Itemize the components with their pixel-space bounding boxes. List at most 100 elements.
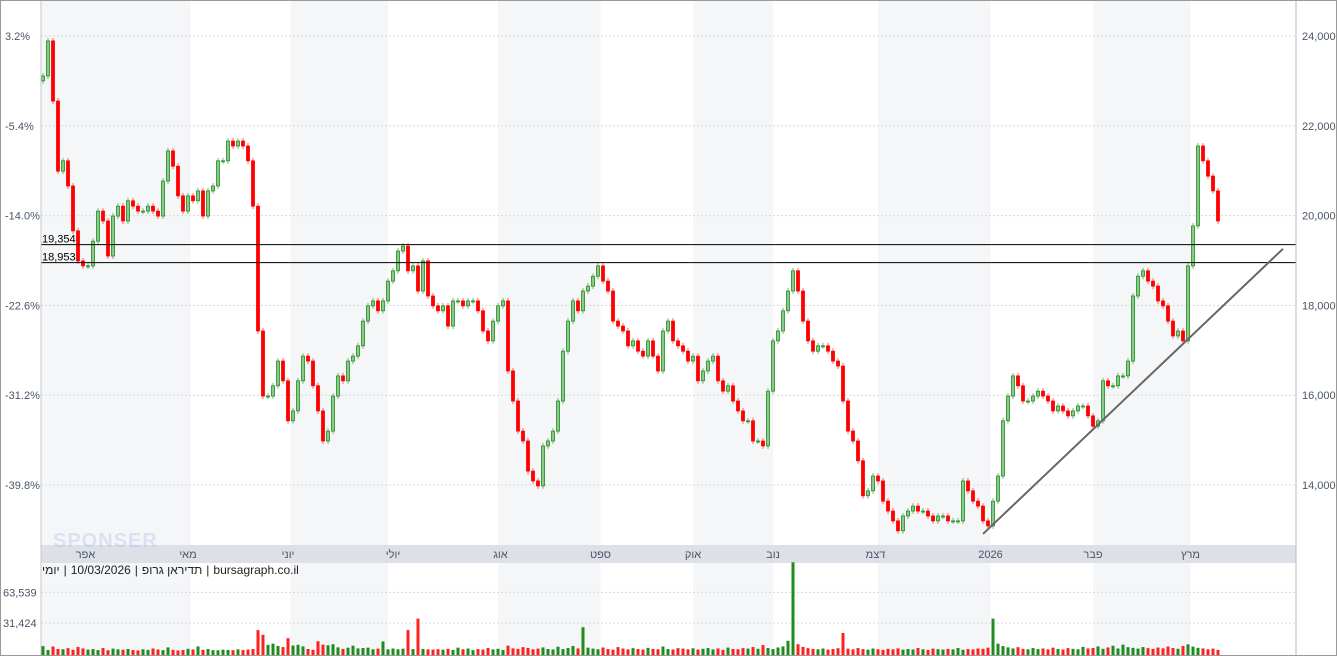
candle-up [956, 520, 960, 523]
volume-bar [456, 647, 460, 655]
volume-bar [336, 647, 340, 655]
candles [41, 37, 1220, 534]
stock-chart[interactable]: אפר מאי יוני יולי אוג ספט אוק נוב דצמ 2026 פבר מרץ … [0, 0, 1337, 656]
candle-up [236, 140, 240, 147]
level-label: 18,953 [42, 252, 76, 264]
volume-bar [356, 648, 360, 655]
candle-up [86, 265, 90, 268]
volume-bar [891, 649, 895, 655]
candle-down [686, 350, 690, 362]
volume-bar [711, 649, 715, 655]
volume-bar [191, 649, 195, 655]
candle-up [1196, 145, 1200, 227]
candle-up [596, 265, 600, 277]
candle-down [1151, 280, 1155, 287]
volume-bar [771, 649, 775, 655]
volume-bar [1126, 647, 1130, 655]
candle-up [1076, 405, 1080, 412]
volume-bar [246, 649, 250, 655]
candle-up [1011, 375, 1015, 397]
volume-bar [931, 648, 935, 655]
volume-bar [861, 649, 865, 655]
candle-down [1091, 415, 1095, 427]
candle-down [1206, 160, 1210, 177]
candle-up [421, 260, 425, 292]
volume-bar [481, 649, 485, 655]
volume-bar [646, 647, 650, 655]
volume-bar [136, 650, 140, 655]
volume-bar [426, 649, 430, 655]
candle-down [156, 210, 160, 217]
candle-down [641, 350, 645, 357]
candle-up [116, 205, 120, 217]
volume-bar [1156, 647, 1160, 655]
candle-down [801, 290, 805, 322]
candle-down [446, 305, 450, 327]
volume-bar [851, 649, 855, 655]
candle-up [776, 330, 780, 342]
candle-up [1006, 395, 1010, 422]
volume-bar [341, 648, 345, 655]
volume-bar [1196, 647, 1200, 655]
candle-down [1051, 400, 1055, 412]
volume-bar [346, 647, 350, 655]
candle-down [861, 460, 865, 497]
candle-up [1186, 265, 1190, 342]
volume-bar [936, 649, 940, 655]
volume-bar [1106, 647, 1110, 655]
level-label: 19,354 [42, 234, 76, 246]
volume-bar [766, 648, 770, 655]
volume-bar [956, 648, 960, 655]
candle-down [651, 340, 655, 357]
candle-up [936, 515, 940, 522]
candle-down [51, 40, 55, 102]
candlestick-chart[interactable]: אפר מאי יוני יולי אוג ספט אוק נוב דצמ 2026 פבר מרץ … [1, 1, 1336, 655]
candle-down [606, 280, 610, 292]
candle-down [1106, 380, 1110, 387]
volume-bar [101, 648, 105, 655]
percent-tick-label: -22.6% [5, 300, 40, 312]
volume-bar [1136, 648, 1140, 655]
volume-bar [516, 648, 520, 655]
candle-down [526, 440, 530, 472]
candle-down [231, 140, 235, 147]
volume-bar [161, 650, 165, 655]
volume-bar [376, 648, 380, 655]
volume-bar [631, 648, 635, 655]
candle-up [356, 345, 360, 357]
candle-up [61, 160, 65, 172]
candle-down [316, 385, 320, 412]
candle-up [96, 210, 100, 242]
candle-down [1086, 405, 1090, 417]
volume-bar [701, 648, 705, 655]
volume-bar [886, 648, 890, 655]
volume-bar [56, 648, 60, 655]
candle-down [341, 375, 345, 382]
candle-down [1046, 395, 1050, 402]
candle-up [301, 355, 305, 382]
volume-bar [991, 618, 995, 655]
candle-up [146, 205, 150, 212]
volume-bar [41, 646, 45, 655]
volume-bar [531, 649, 535, 655]
candle-up [786, 290, 790, 312]
candle-up [556, 400, 560, 432]
candle-up [141, 210, 145, 213]
volume-bar [316, 641, 320, 655]
month-label: אוק [685, 549, 701, 561]
candle-down [81, 260, 85, 267]
candle-down [1021, 385, 1025, 402]
volume-bar [611, 649, 615, 655]
candle-down [656, 355, 660, 372]
candle-down [986, 520, 990, 527]
volume-bar [736, 649, 740, 655]
candle-up [586, 285, 590, 292]
candle-down [1146, 270, 1150, 282]
candle-up [791, 270, 795, 292]
volume-bar [206, 649, 210, 655]
candle-down [856, 440, 860, 462]
month-label: מרץ [1181, 549, 1200, 561]
volume-bar [291, 645, 295, 655]
volume-bar [781, 646, 785, 655]
candle-up [551, 430, 555, 442]
